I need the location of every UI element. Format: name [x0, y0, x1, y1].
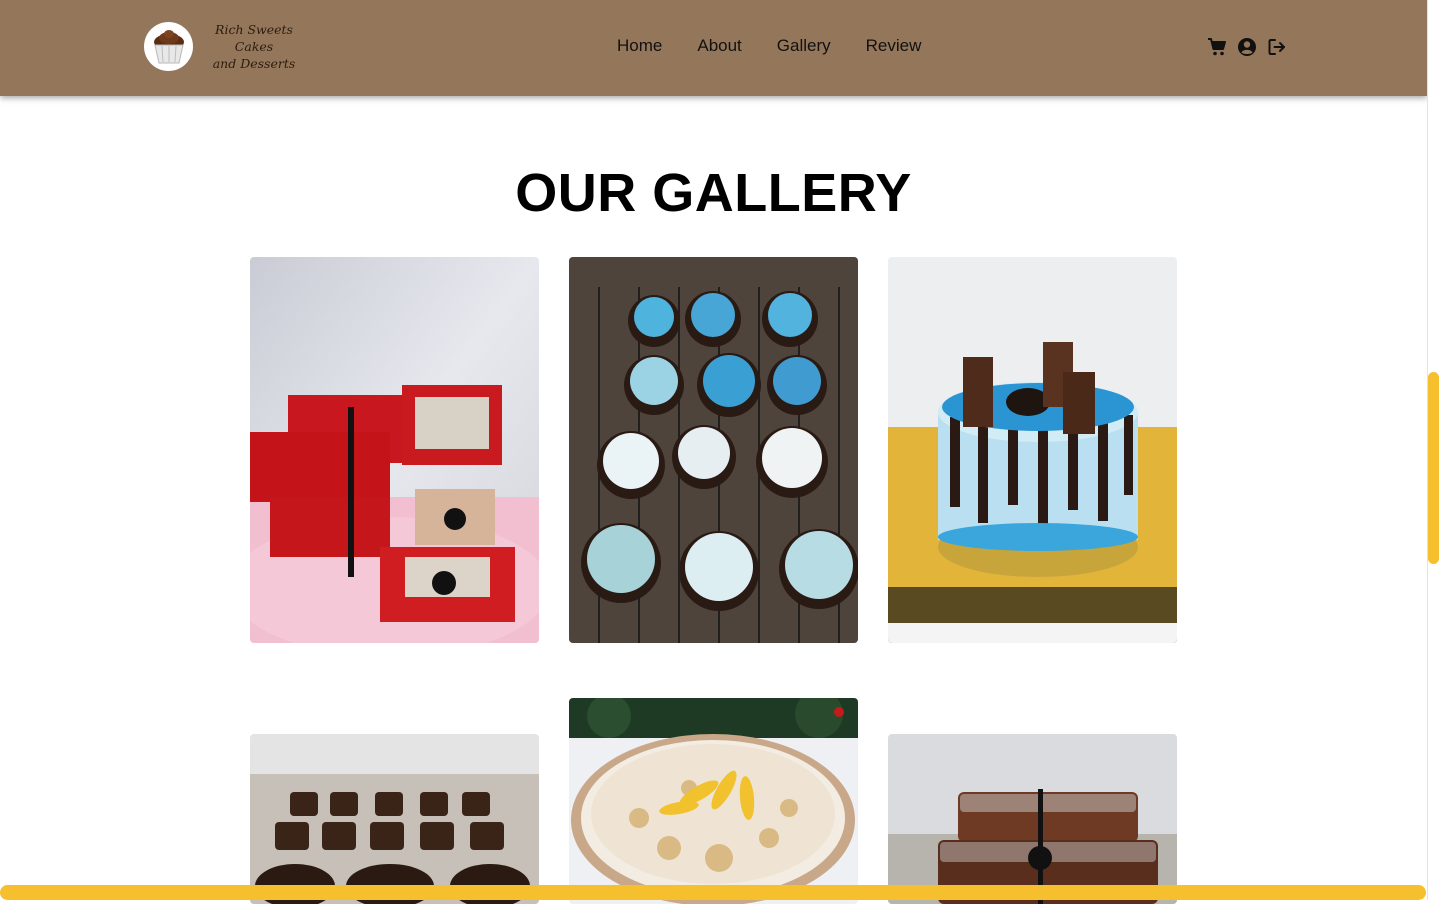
main-nav: Home About Gallery Review	[617, 36, 956, 56]
navbar: Rich Sweets Cakes and Desserts Home Abou…	[0, 0, 1427, 96]
gallery-photo-4[interactable]	[250, 734, 539, 904]
brand-line-1: Rich Sweets Cakes	[215, 22, 293, 54]
gallery-photo-2[interactable]	[569, 257, 858, 643]
gallery-title: OUR GALLERY	[515, 163, 912, 223]
brand-name: Rich Sweets Cakes and Desserts	[199, 21, 309, 72]
cupcake-logo-icon	[144, 22, 193, 71]
logout-icon[interactable]	[1267, 37, 1287, 57]
brand-logo[interactable]: Rich Sweets Cakes and Desserts	[144, 21, 309, 72]
gallery-photo-6[interactable]	[888, 734, 1177, 904]
nav-link-home[interactable]: Home	[617, 36, 662, 56]
user-circle-icon[interactable]	[1237, 37, 1257, 57]
gallery-photo-1[interactable]	[250, 257, 539, 643]
horizontal-scrollbar[interactable]	[0, 885, 1426, 900]
vertical-scrollbar-thumb[interactable]	[1428, 372, 1439, 564]
nav-link-about[interactable]: About	[697, 36, 741, 56]
gallery-photo-5[interactable]	[569, 698, 858, 904]
gallery-photo-3[interactable]	[888, 257, 1177, 643]
brand-line-2: and Desserts	[212, 56, 296, 71]
nav-actions	[1207, 37, 1287, 57]
nav-link-review[interactable]: Review	[866, 36, 922, 56]
cart-icon[interactable]	[1207, 37, 1227, 57]
nav-link-gallery[interactable]: Gallery	[777, 36, 831, 56]
